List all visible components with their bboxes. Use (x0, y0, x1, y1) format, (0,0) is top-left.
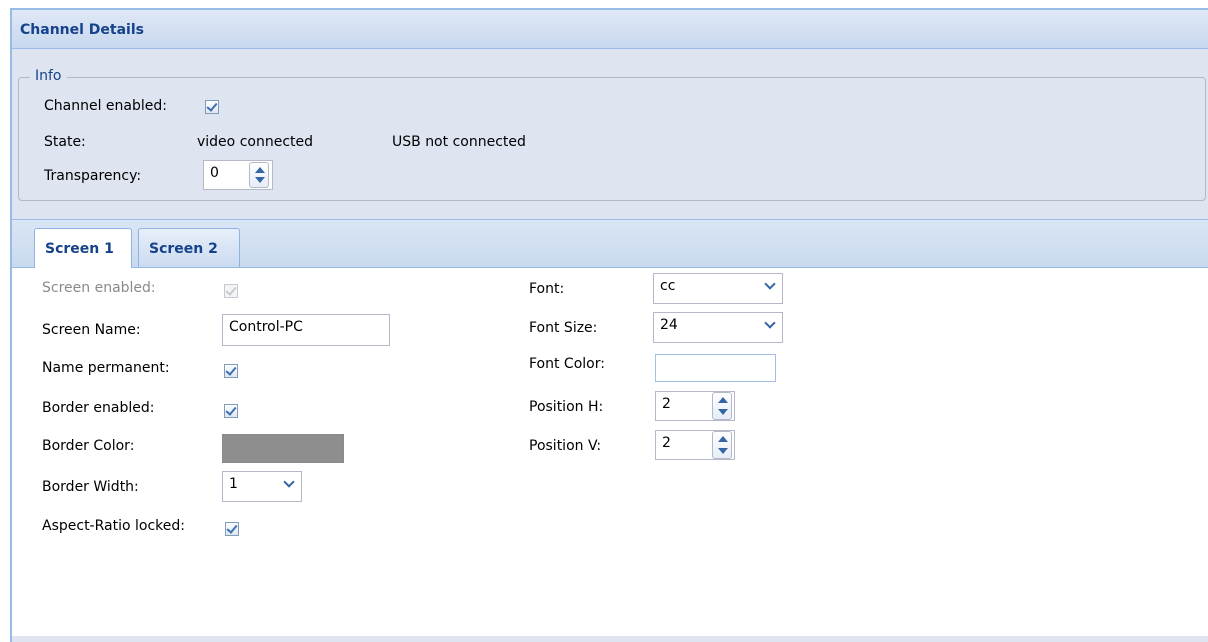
border-width-value: 1 (229, 476, 238, 492)
border-color-label: Border Color: (42, 438, 135, 454)
dropdown-button[interactable] (760, 274, 782, 303)
tab-screen-1[interactable]: Screen 1 (34, 228, 132, 268)
position-h-label: Position H: (529, 399, 604, 415)
screen-name-label: Screen Name: (42, 322, 141, 338)
font-value: cc (660, 278, 676, 294)
position-v-value: 2 (662, 435, 671, 451)
font-label: Font: (529, 281, 565, 297)
chevron-down-icon (283, 476, 295, 488)
screen-name-value: Control-PC (229, 319, 303, 335)
checkmark-icon (225, 364, 237, 376)
state-label: State: (44, 134, 86, 150)
name-permanent-label: Name permanent: (42, 360, 170, 376)
checkmark-icon (226, 522, 238, 534)
transparency-stepper[interactable] (249, 162, 269, 188)
chevron-down-icon (764, 317, 776, 329)
font-color-input[interactable] (655, 354, 776, 382)
info-legend: Info (30, 68, 67, 84)
aspect-ratio-locked-checkbox[interactable] (225, 522, 239, 536)
dropdown-button[interactable] (279, 472, 301, 501)
position-h-value: 2 (662, 396, 671, 412)
tab-strip: Screen 1 Screen 2 (12, 219, 1208, 268)
channel-details-panel: Channel Details Info Channel enabled: St… (10, 8, 1208, 642)
aspect-ratio-locked-label: Aspect-Ratio locked: (42, 518, 185, 534)
arrow-down-icon (718, 409, 728, 415)
arrow-up-icon (718, 397, 728, 403)
arrow-up-icon (718, 436, 728, 442)
border-enabled-label: Border enabled: (42, 400, 155, 416)
position-v-label: Position V: (529, 438, 602, 454)
position-h-stepper[interactable] (712, 392, 732, 420)
font-size-label: Font Size: (529, 320, 598, 336)
border-width-label: Border Width: (42, 479, 139, 495)
transparency-label: Transparency: (44, 168, 142, 184)
arrow-down-icon (255, 177, 265, 183)
arrow-up-icon (255, 167, 265, 173)
border-enabled-checkbox[interactable] (224, 404, 238, 418)
panel-header: Channel Details (12, 10, 1208, 49)
screen-enabled-checkbox[interactable] (224, 284, 238, 298)
checkmark-icon (225, 404, 237, 416)
tab-screen-2-label: Screen 2 (149, 241, 218, 257)
position-v-stepper[interactable] (712, 431, 732, 459)
panel-footer (12, 636, 1208, 642)
checkmark-icon (206, 100, 218, 112)
checkmark-icon (225, 284, 237, 296)
name-permanent-checkbox[interactable] (224, 364, 238, 378)
channel-enabled-label: Channel enabled: (44, 98, 167, 114)
border-width-select[interactable]: 1 (222, 471, 302, 502)
dropdown-button[interactable] (760, 313, 782, 342)
panel-title: Channel Details (20, 22, 144, 38)
channel-enabled-checkbox[interactable] (205, 100, 219, 114)
arrow-down-icon (718, 448, 728, 454)
state-usb-value: USB not connected (392, 134, 526, 150)
font-color-label: Font Color: (529, 356, 605, 372)
tab-screen-2[interactable]: Screen 2 (138, 228, 240, 267)
font-select[interactable]: cc (653, 273, 783, 304)
screen-name-input[interactable]: Control-PC (222, 314, 390, 346)
tab-screen-1-label: Screen 1 (45, 241, 114, 257)
chevron-down-icon (764, 278, 776, 290)
screen-enabled-label: Screen enabled: (42, 280, 156, 296)
state-video-value: video connected (197, 134, 313, 150)
font-size-value: 24 (660, 317, 678, 333)
border-color-swatch[interactable] (222, 434, 344, 463)
transparency-value: 0 (210, 165, 219, 181)
font-size-select[interactable]: 24 (653, 312, 783, 343)
